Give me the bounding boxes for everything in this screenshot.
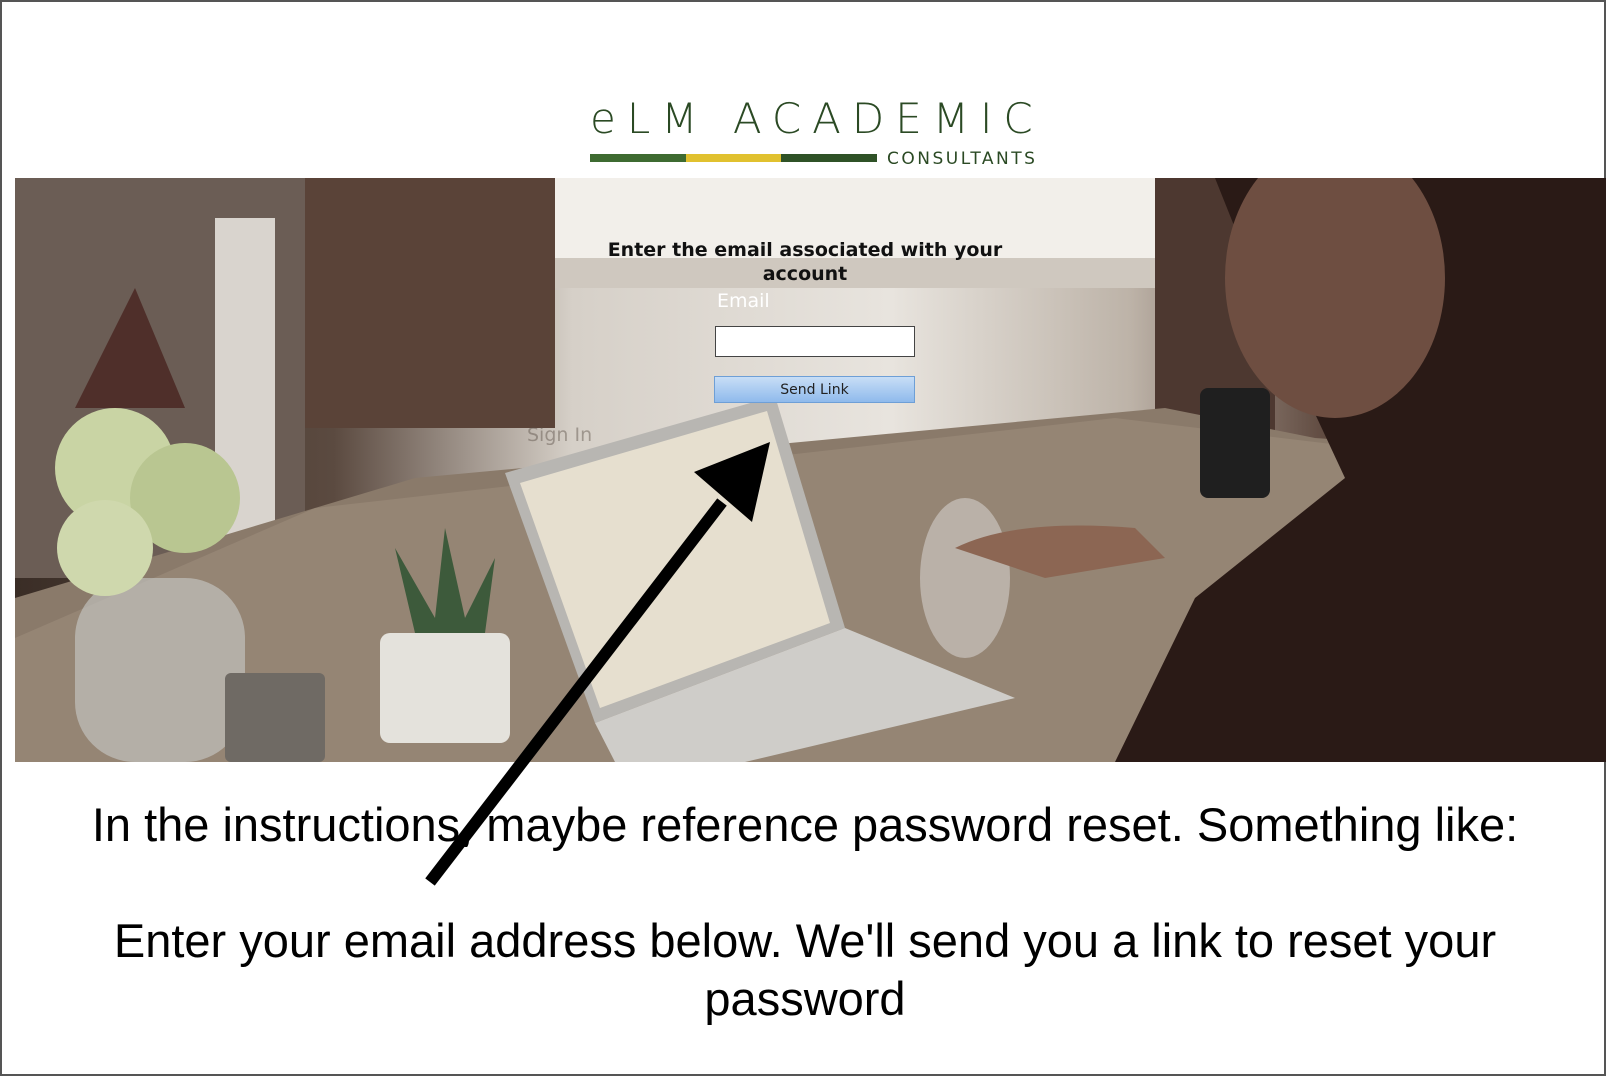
logo-bar-yellow <box>686 154 781 162</box>
annotation-note-2: Enter your email address below. We'll se… <box>113 914 1497 1025</box>
water-glass <box>920 498 1010 658</box>
logo-bar-green <box>590 154 686 162</box>
email-input[interactable] <box>715 326 915 357</box>
logo-wordmark: eLM ACADEMIC <box>590 94 1044 143</box>
form-title-text: Enter the email associated with your acc… <box>607 239 1003 285</box>
form-title: Enter the email associated with your acc… <box>2 238 1606 286</box>
glass-vase <box>75 578 245 762</box>
send-link-button[interactable]: Send Link <box>714 376 915 403</box>
elm-academic-logo[interactable]: eLM ACADEMIC CONSULTANTS <box>590 94 1040 174</box>
logo-bar-dark-green <box>781 154 877 162</box>
email-label: Email <box>717 290 770 312</box>
screenshot-frame: eLM ACADEMIC CONSULTANTS Enter the email… <box>0 0 1606 1076</box>
black-mug <box>1200 388 1270 498</box>
pencil-cup <box>225 673 325 762</box>
logo-subtitle: CONSULTANTS <box>887 149 1038 169</box>
plant-pot <box>380 633 510 743</box>
annotation-note-1: In the instructions, maybe reference pas… <box>91 798 1519 851</box>
flower-3 <box>57 500 153 596</box>
brick-wall-left <box>305 178 555 428</box>
sign-in-link[interactable]: Sign In <box>527 424 592 446</box>
